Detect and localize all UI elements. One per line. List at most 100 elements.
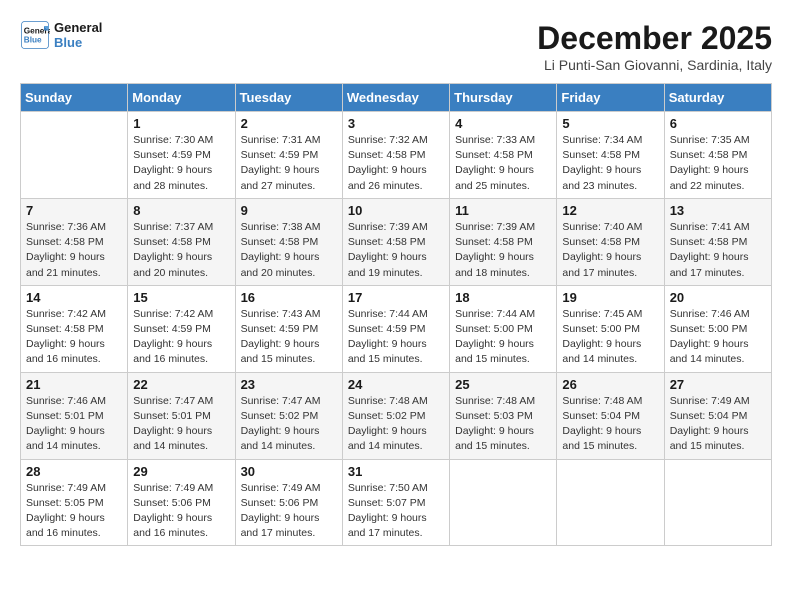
day-info: Sunrise: 7:49 AMSunset: 5:06 PMDaylight:…: [241, 481, 337, 542]
table-row: 26 Sunrise: 7:48 AMSunset: 5:04 PMDayligh…: [557, 372, 664, 459]
day-info: Sunrise: 7:39 AMSunset: 4:58 PMDaylight:…: [348, 220, 444, 281]
day-number: 2: [241, 116, 337, 131]
day-number: 7: [26, 203, 122, 218]
table-row: 2 Sunrise: 7:31 AMSunset: 4:59 PMDaylight…: [235, 112, 342, 199]
logo-blue-text: Blue: [54, 35, 102, 50]
table-row: 5 Sunrise: 7:34 AMSunset: 4:58 PMDaylight…: [557, 112, 664, 199]
day-number: 22: [133, 377, 229, 392]
table-row: 30 Sunrise: 7:49 AMSunset: 5:06 PMDayligh…: [235, 459, 342, 546]
day-info: Sunrise: 7:47 AMSunset: 5:02 PMDaylight:…: [241, 394, 337, 455]
table-row: [450, 459, 557, 546]
day-info: Sunrise: 7:39 AMSunset: 4:58 PMDaylight:…: [455, 220, 551, 281]
table-row: 23 Sunrise: 7:47 AMSunset: 5:02 PMDayligh…: [235, 372, 342, 459]
day-number: 29: [133, 464, 229, 479]
table-row: 13 Sunrise: 7:41 AMSunset: 4:58 PMDayligh…: [664, 198, 771, 285]
day-number: 23: [241, 377, 337, 392]
page-header: General Blue General Blue December 2025 …: [20, 20, 772, 73]
table-row: 31 Sunrise: 7:50 AMSunset: 5:07 PMDayligh…: [342, 459, 449, 546]
day-number: 20: [670, 290, 766, 305]
day-info: Sunrise: 7:35 AMSunset: 4:58 PMDaylight:…: [670, 133, 766, 194]
table-row: 22 Sunrise: 7:47 AMSunset: 5:01 PMDayligh…: [128, 372, 235, 459]
day-info: Sunrise: 7:50 AMSunset: 5:07 PMDaylight:…: [348, 481, 444, 542]
day-number: 3: [348, 116, 444, 131]
calendar-week-row: 1Sunrise: 7:30 AMSunset: 4:59 PMDaylight…: [21, 112, 772, 199]
day-number: 24: [348, 377, 444, 392]
day-number: 9: [241, 203, 337, 218]
table-row: 24 Sunrise: 7:48 AMSunset: 5:02 PMDayligh…: [342, 372, 449, 459]
day-number: 5: [562, 116, 658, 131]
day-number: 26: [562, 377, 658, 392]
day-info: Sunrise: 7:37 AMSunset: 4:58 PMDaylight:…: [133, 220, 229, 281]
col-tuesday: Tuesday: [235, 84, 342, 112]
logo-icon: General Blue: [20, 20, 50, 50]
day-number: 14: [26, 290, 122, 305]
col-friday: Friday: [557, 84, 664, 112]
table-row: 16 Sunrise: 7:43 AMSunset: 4:59 PMDayligh…: [235, 285, 342, 372]
day-info: Sunrise: 7:36 AMSunset: 4:58 PMDaylight:…: [26, 220, 122, 281]
day-number: 8: [133, 203, 229, 218]
calendar-week-row: 7 Sunrise: 7:36 AMSunset: 4:58 PMDaylight…: [21, 198, 772, 285]
day-number: 30: [241, 464, 337, 479]
table-row: 17 Sunrise: 7:44 AMSunset: 4:59 PMDayligh…: [342, 285, 449, 372]
col-thursday: Thursday: [450, 84, 557, 112]
table-row: 11 Sunrise: 7:39 AMSunset: 4:58 PMDayligh…: [450, 198, 557, 285]
day-number: 12: [562, 203, 658, 218]
day-info: Sunrise: 7:34 AMSunset: 4:58 PMDaylight:…: [562, 133, 658, 194]
table-row: 15Sunrise: 7:42 AMSunset: 4:59 PMDayligh…: [128, 285, 235, 372]
day-info: Sunrise: 7:43 AMSunset: 4:59 PMDaylight:…: [241, 307, 337, 368]
day-info: Sunrise: 7:31 AMSunset: 4:59 PMDaylight:…: [241, 133, 337, 194]
table-row: 4Sunrise: 7:33 AMSunset: 4:58 PMDaylight…: [450, 112, 557, 199]
day-info: Sunrise: 7:42 AMSunset: 4:59 PMDaylight:…: [133, 307, 229, 368]
day-info: Sunrise: 7:47 AMSunset: 5:01 PMDaylight:…: [133, 394, 229, 455]
day-info: Sunrise: 7:48 AMSunset: 5:03 PMDaylight:…: [455, 394, 551, 455]
col-monday: Monday: [128, 84, 235, 112]
day-number: 10: [348, 203, 444, 218]
table-row: [664, 459, 771, 546]
logo: General Blue General Blue: [20, 20, 102, 50]
month-title: December 2025: [537, 20, 772, 57]
day-info: Sunrise: 7:44 AMSunset: 4:59 PMDaylight:…: [348, 307, 444, 368]
day-number: 18: [455, 290, 551, 305]
title-block: December 2025 Li Punti-San Giovanni, Sar…: [537, 20, 772, 73]
day-number: 28: [26, 464, 122, 479]
day-number: 19: [562, 290, 658, 305]
day-info: Sunrise: 7:49 AMSunset: 5:06 PMDaylight:…: [133, 481, 229, 542]
logo-text: General: [54, 20, 102, 35]
day-number: 11: [455, 203, 551, 218]
table-row: [557, 459, 664, 546]
calendar-table: Sunday Monday Tuesday Wednesday Thursday…: [20, 83, 772, 546]
day-info: Sunrise: 7:30 AMSunset: 4:59 PMDaylight:…: [133, 133, 229, 194]
col-wednesday: Wednesday: [342, 84, 449, 112]
day-info: Sunrise: 7:32 AMSunset: 4:58 PMDaylight:…: [348, 133, 444, 194]
table-row: 14Sunrise: 7:42 AMSunset: 4:58 PMDayligh…: [21, 285, 128, 372]
svg-text:Blue: Blue: [24, 36, 42, 45]
table-row: 21 Sunrise: 7:46 AMSunset: 5:01 PMDayligh…: [21, 372, 128, 459]
table-row: 18 Sunrise: 7:44 AMSunset: 5:00 PMDayligh…: [450, 285, 557, 372]
table-row: 19 Sunrise: 7:45 AMSunset: 5:00 PMDayligh…: [557, 285, 664, 372]
day-number: 17: [348, 290, 444, 305]
calendar-week-row: 14Sunrise: 7:42 AMSunset: 4:58 PMDayligh…: [21, 285, 772, 372]
day-number: 21: [26, 377, 122, 392]
table-row: 7 Sunrise: 7:36 AMSunset: 4:58 PMDaylight…: [21, 198, 128, 285]
day-number: 31: [348, 464, 444, 479]
day-info: Sunrise: 7:45 AMSunset: 5:00 PMDaylight:…: [562, 307, 658, 368]
day-number: 16: [241, 290, 337, 305]
day-number: 4: [455, 116, 551, 131]
table-row: 27Sunrise: 7:49 AMSunset: 5:04 PMDayligh…: [664, 372, 771, 459]
day-info: Sunrise: 7:41 AMSunset: 4:58 PMDaylight:…: [670, 220, 766, 281]
table-row: 10 Sunrise: 7:39 AMSunset: 4:58 PMDayligh…: [342, 198, 449, 285]
day-info: Sunrise: 7:38 AMSunset: 4:58 PMDaylight:…: [241, 220, 337, 281]
day-info: Sunrise: 7:40 AMSunset: 4:58 PMDaylight:…: [562, 220, 658, 281]
day-info: Sunrise: 7:44 AMSunset: 5:00 PMDaylight:…: [455, 307, 551, 368]
table-row: 3 Sunrise: 7:32 AMSunset: 4:58 PMDaylight…: [342, 112, 449, 199]
day-info: Sunrise: 7:46 AMSunset: 5:01 PMDaylight:…: [26, 394, 122, 455]
day-info: Sunrise: 7:48 AMSunset: 5:04 PMDaylight:…: [562, 394, 658, 455]
day-number: 25: [455, 377, 551, 392]
day-info: Sunrise: 7:46 AMSunset: 5:00 PMDaylight:…: [670, 307, 766, 368]
table-row: 29 Sunrise: 7:49 AMSunset: 5:06 PMDayligh…: [128, 459, 235, 546]
table-row: 12 Sunrise: 7:40 AMSunset: 4:58 PMDayligh…: [557, 198, 664, 285]
calendar-header-row: Sunday Monday Tuesday Wednesday Thursday…: [21, 84, 772, 112]
table-row: 1Sunrise: 7:30 AMSunset: 4:59 PMDaylight…: [128, 112, 235, 199]
day-number: 13: [670, 203, 766, 218]
day-info: Sunrise: 7:48 AMSunset: 5:02 PMDaylight:…: [348, 394, 444, 455]
